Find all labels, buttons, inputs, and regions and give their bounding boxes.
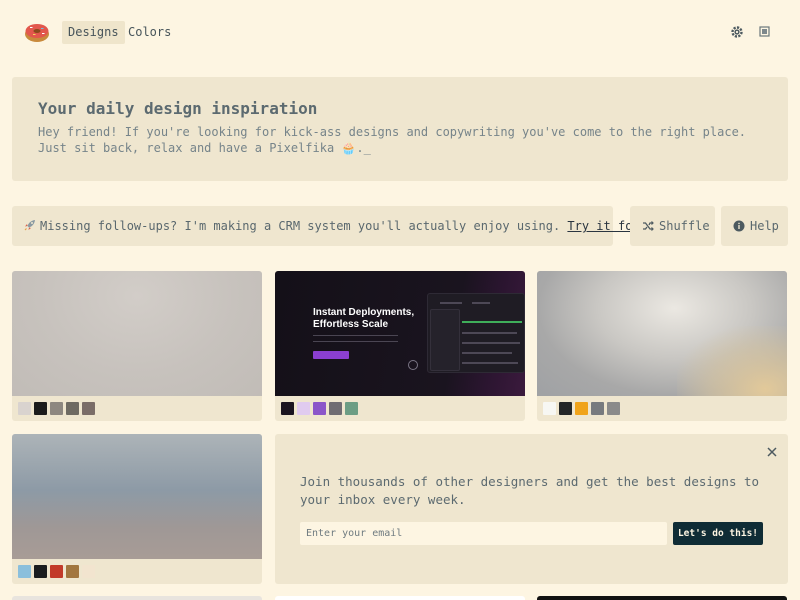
hero-panel: Your daily design inspiration Hey friend… — [12, 77, 788, 181]
email-input[interactable] — [300, 522, 667, 545]
hero-text: Hey friend! If you're looking for kick-a… — [38, 125, 747, 155]
newsletter-panel: Join thousands of other designers and ge… — [275, 434, 788, 584]
design-card[interactable] — [12, 434, 262, 584]
design-thumbnail[interactable] — [537, 271, 787, 396]
color-swatches — [12, 396, 262, 421]
top-bar: Designs Colors — [0, 0, 800, 64]
theme-square-icon[interactable] — [757, 24, 773, 40]
help-label: Help — [750, 219, 779, 233]
color-swatch[interactable] — [345, 402, 358, 415]
nav-colors[interactable]: Colors — [122, 21, 177, 44]
color-swatch[interactable] — [313, 402, 326, 415]
design-thumbnail[interactable] — [12, 271, 262, 396]
close-icon[interactable] — [765, 444, 779, 458]
color-swatch[interactable] — [34, 402, 47, 415]
color-swatch[interactable] — [18, 402, 31, 415]
color-swatches — [537, 396, 787, 421]
color-swatch[interactable] — [559, 402, 572, 415]
design-card[interactable] — [12, 271, 262, 421]
color-swatch[interactable] — [591, 402, 604, 415]
design-thumbnail[interactable]: Instant Deployments, Effortless Scale — [275, 271, 525, 396]
rocket-icon — [24, 207, 36, 247]
donut-logo-icon[interactable] — [24, 20, 50, 44]
color-swatch[interactable] — [50, 565, 63, 578]
color-swatch[interactable] — [575, 402, 588, 415]
settings-icon[interactable] — [729, 24, 745, 40]
color-swatches — [12, 559, 262, 584]
newsletter-text: Join thousands of other designers and ge… — [300, 474, 760, 507]
promo-text: Missing follow-ups? I'm making a CRM sys… — [40, 219, 561, 233]
design-card[interactable] — [537, 271, 787, 421]
color-swatch[interactable] — [34, 565, 47, 578]
color-swatch[interactable] — [82, 565, 95, 578]
design-thumbnail[interactable] — [12, 434, 262, 559]
promo-banner: Missing follow-ups? I'm making a CRM sys… — [12, 206, 683, 247]
thumbnail-circle — [408, 360, 418, 370]
design-card[interactable]: Instant Deployments, Effortless Scale — [275, 271, 525, 421]
color-swatch[interactable] — [18, 565, 31, 578]
shuffle-icon — [643, 221, 654, 231]
hero-title: Your daily design inspiration — [38, 99, 318, 118]
design-card-peek[interactable] — [537, 596, 787, 600]
color-swatch[interactable] — [281, 402, 294, 415]
info-icon — [733, 220, 745, 232]
design-card-peek[interactable] — [275, 596, 525, 600]
subscribe-button[interactable]: Let's do this! — [673, 522, 763, 545]
color-swatch[interactable] — [50, 402, 63, 415]
design-card-peek[interactable] — [12, 596, 262, 600]
color-swatch[interactable] — [66, 565, 79, 578]
color-swatch[interactable] — [543, 402, 556, 415]
color-swatch[interactable] — [82, 402, 95, 415]
color-swatch[interactable] — [607, 402, 620, 415]
shuffle-label: Shuffle — [659, 219, 710, 233]
thumbnail-subtext — [313, 335, 398, 342]
color-swatches — [275, 396, 525, 421]
thumbnail-cta — [313, 351, 349, 359]
thumbnail-headline: Instant Deployments, Effortless Scale — [313, 307, 415, 330]
help-button[interactable]: Help — [721, 206, 788, 246]
shuffle-button[interactable]: Shuffle — [630, 206, 715, 246]
nav-designs[interactable]: Designs — [62, 21, 125, 44]
color-swatch[interactable] — [66, 402, 79, 415]
color-swatch[interactable] — [297, 402, 310, 415]
thumbnail-sidebar — [430, 309, 460, 371]
color-swatch[interactable] — [329, 402, 342, 415]
